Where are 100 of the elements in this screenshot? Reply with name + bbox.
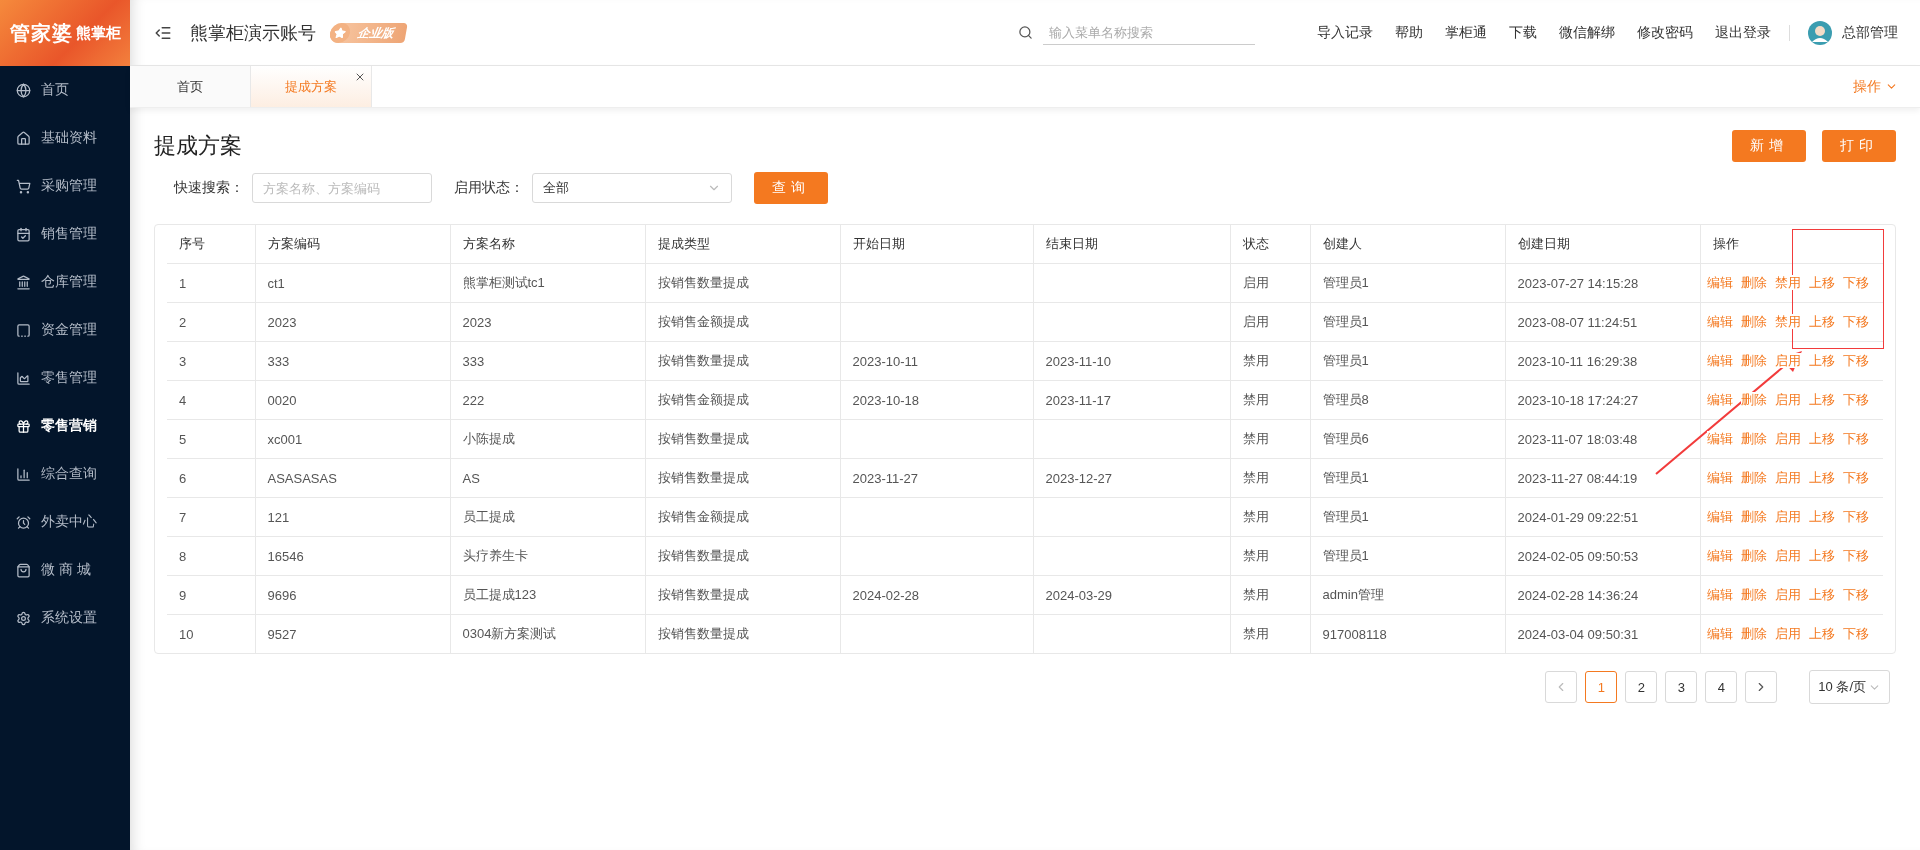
close-icon[interactable]: [354, 71, 366, 83]
row-action-link[interactable]: 删除: [1740, 275, 1767, 290]
row-action-link[interactable]: 启用: [1774, 353, 1801, 368]
header-link[interactable]: 帮助: [1395, 23, 1423, 42]
query-button[interactable]: 查询: [754, 172, 828, 204]
row-action-link[interactable]: 启用: [1774, 392, 1801, 407]
row-action-link[interactable]: 编辑: [1706, 392, 1733, 407]
sidebar-item[interactable]: 综合查询: [0, 450, 130, 498]
row-action-link[interactable]: 上移: [1808, 392, 1835, 407]
row-action-link[interactable]: 编辑: [1706, 626, 1733, 641]
row-action-link[interactable]: 下移: [1842, 587, 1869, 602]
row-action-link[interactable]: 禁用: [1774, 314, 1801, 329]
row-action-link[interactable]: 编辑: [1706, 314, 1733, 329]
page-tab[interactable]: 提成方案: [251, 66, 372, 107]
row-action-link[interactable]: 删除: [1740, 509, 1767, 524]
table-cell: 6: [167, 458, 255, 498]
row-action-link[interactable]: 上移: [1808, 626, 1835, 641]
page-tab[interactable]: 首页: [130, 66, 251, 107]
sidebar-item[interactable]: 基础资料: [0, 114, 130, 162]
row-action-link[interactable]: 上移: [1808, 431, 1835, 446]
table-cell: 管理员1: [1310, 536, 1505, 576]
row-action-link[interactable]: 禁用: [1774, 275, 1801, 290]
row-action-link[interactable]: 上移: [1808, 353, 1835, 368]
row-action-link[interactable]: 编辑: [1706, 509, 1733, 524]
table-cell: 员工提成123: [450, 575, 645, 615]
row-action-link[interactable]: 编辑: [1706, 275, 1733, 290]
row-action-link[interactable]: 删除: [1740, 626, 1767, 641]
row-action-link[interactable]: 上移: [1808, 275, 1835, 290]
cart-icon: [16, 178, 31, 194]
sidebar-item[interactable]: 首页: [0, 66, 130, 114]
sidebar-item[interactable]: 微 商 城: [0, 546, 130, 594]
sidebar-item[interactable]: 零售管理: [0, 354, 130, 402]
header-link[interactable]: 导入记录: [1317, 23, 1373, 42]
row-action-link[interactable]: 上移: [1808, 509, 1835, 524]
row-action-link[interactable]: 启用: [1774, 509, 1801, 524]
row-action-link[interactable]: 启用: [1774, 470, 1801, 485]
row-action-link[interactable]: 下移: [1842, 548, 1869, 563]
page-size-select[interactable]: 10 条/页: [1809, 670, 1890, 704]
sidebar-item[interactable]: 资金管理: [0, 306, 130, 354]
page-button[interactable]: 4: [1705, 671, 1738, 703]
row-action-link[interactable]: 上移: [1808, 314, 1835, 329]
row-action-link[interactable]: 编辑: [1706, 470, 1733, 485]
table-cell: 333: [450, 341, 645, 381]
table-cell: 禁用: [1230, 575, 1310, 615]
sidebar-item[interactable]: 销售管理: [0, 210, 130, 258]
row-action-link[interactable]: 删除: [1740, 392, 1767, 407]
row-action-link[interactable]: 删除: [1740, 548, 1767, 563]
sidebar-item[interactable]: 仓库管理: [0, 258, 130, 306]
sidebar-item[interactable]: 采购管理: [0, 162, 130, 210]
row-action-link[interactable]: 下移: [1842, 392, 1869, 407]
row-action-link[interactable]: 编辑: [1706, 431, 1733, 446]
bank-icon: [16, 274, 31, 290]
quick-search-field[interactable]: 方案名称、方案编码: [252, 173, 432, 203]
row-action-link[interactable]: 下移: [1842, 626, 1869, 641]
row-action-link[interactable]: 下移: [1842, 275, 1869, 290]
table-cell: 2024-03-29: [1033, 575, 1230, 615]
sidebar-label: 零售管理: [41, 369, 97, 387]
row-action-link[interactable]: 下移: [1842, 353, 1869, 368]
row-action-link[interactable]: 编辑: [1706, 548, 1733, 563]
page-button[interactable]: 3: [1665, 671, 1698, 703]
sidebar-item[interactable]: 外卖中心: [0, 498, 130, 546]
row-action-link[interactable]: 删除: [1740, 431, 1767, 446]
row-action-link[interactable]: 上移: [1808, 548, 1835, 563]
star-icon: [332, 26, 348, 39]
header-link[interactable]: 下载: [1509, 23, 1537, 42]
sidebar-item[interactable]: 零售营销: [0, 402, 130, 450]
header-link[interactable]: 微信解绑: [1559, 23, 1615, 42]
row-action-link[interactable]: 启用: [1774, 587, 1801, 602]
row-action-link[interactable]: 删除: [1740, 470, 1767, 485]
table-cell: 917008118: [1310, 614, 1505, 653]
row-action-link[interactable]: 下移: [1842, 470, 1869, 485]
row-action-link[interactable]: 删除: [1740, 353, 1767, 368]
row-action-link[interactable]: 启用: [1774, 548, 1801, 563]
row-action-link[interactable]: 启用: [1774, 626, 1801, 641]
header-link[interactable]: 修改密码: [1637, 23, 1693, 42]
gift-icon: [16, 418, 31, 434]
logo-product: 熊掌柜: [75, 23, 121, 43]
table-cell: 2023-11-27 08:44:19: [1505, 458, 1700, 498]
bar-chart-icon: [16, 466, 31, 482]
row-action-link[interactable]: 上移: [1808, 470, 1835, 485]
row-action-link[interactable]: 上移: [1808, 587, 1835, 602]
row-action-link[interactable]: 删除: [1740, 587, 1767, 602]
tab-menu[interactable]: 操作: [1853, 66, 1898, 107]
table-cell: 禁用: [1230, 614, 1310, 653]
row-action-link[interactable]: 启用: [1774, 431, 1801, 446]
row-action-link[interactable]: 编辑: [1706, 353, 1733, 368]
header-link[interactable]: 掌柜通: [1445, 23, 1487, 42]
header-link[interactable]: 退出登录: [1715, 23, 1771, 42]
row-action-link[interactable]: 编辑: [1706, 587, 1733, 602]
row-action-link[interactable]: 下移: [1842, 431, 1869, 446]
sidebar-item[interactable]: 系统设置: [0, 594, 130, 642]
action-button[interactable]: 新增: [1732, 130, 1806, 162]
action-button[interactable]: 打印: [1822, 130, 1896, 162]
page-button[interactable]: 1: [1585, 671, 1618, 703]
row-action-link[interactable]: 下移: [1842, 314, 1869, 329]
row-action-link[interactable]: 下移: [1842, 509, 1869, 524]
row-action-link[interactable]: 删除: [1740, 314, 1767, 329]
status-select[interactable]: 全部: [532, 173, 732, 203]
user-name[interactable]: 总部管理: [1842, 23, 1898, 42]
page-button[interactable]: 2: [1625, 671, 1658, 703]
